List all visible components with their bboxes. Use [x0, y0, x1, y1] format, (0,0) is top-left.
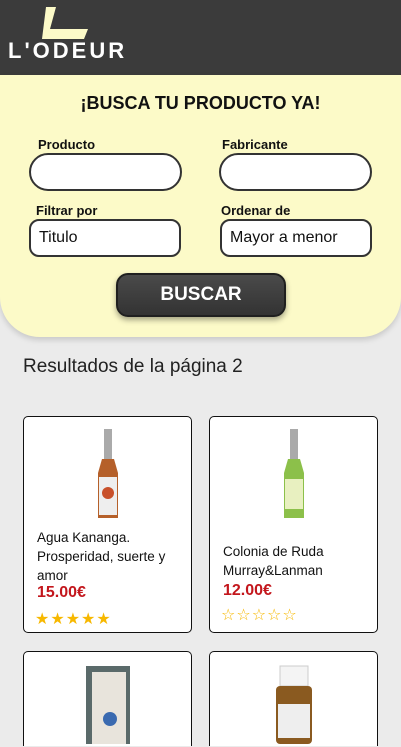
product-card[interactable]: Agua Kananga. Prosperidad, suerte y amor…: [23, 416, 192, 633]
ordenar-select[interactable]: Mayor a menor: [220, 219, 372, 257]
producto-input[interactable]: [29, 153, 182, 191]
filtrar-select[interactable]: Titulo: [29, 219, 181, 257]
ordenar-label: Ordenar de: [221, 203, 291, 218]
product-card[interactable]: [23, 651, 192, 746]
rating-stars: ☆☆☆☆☆: [221, 605, 298, 624]
results-heading: Resultados de la página 2: [23, 356, 243, 377]
search-title: ¡BUSCA TU PRODUCTO YA!: [80, 93, 321, 113]
producto-label: Producto: [38, 137, 96, 152]
product-image[interactable]: [264, 427, 324, 522]
product-image[interactable]: [264, 664, 324, 744]
fabricante-input[interactable]: [219, 153, 372, 191]
search-panel: ¡BUSCA TU PRODUCTO YA! Producto Fabrican…: [0, 75, 401, 337]
header: L'ODEUR: [0, 0, 401, 75]
filtrar-label: Filtrar por: [36, 203, 98, 218]
product-card[interactable]: [209, 651, 378, 746]
buscar-button[interactable]: BUSCAR: [116, 273, 286, 317]
product-price: 12.00€: [223, 582, 272, 599]
rating-stars: ★★★★★: [35, 609, 112, 628]
product-card[interactable]: Colonia de Ruda Murray&Lanman 12.00€ ☆☆☆…: [209, 416, 378, 633]
product-name[interactable]: Colonia de Ruda Murray&Lanman: [223, 542, 373, 580]
fabricante-label: Fabricante: [222, 137, 288, 152]
product-name[interactable]: Agua Kananga. Prosperidad, suerte y amor: [37, 528, 187, 585]
product-price: 15.00€: [37, 584, 86, 601]
logo-icon[interactable]: [42, 7, 90, 39]
logo-text[interactable]: L'ODEUR: [8, 38, 127, 64]
product-image[interactable]: [78, 664, 138, 744]
product-image[interactable]: [78, 427, 138, 522]
